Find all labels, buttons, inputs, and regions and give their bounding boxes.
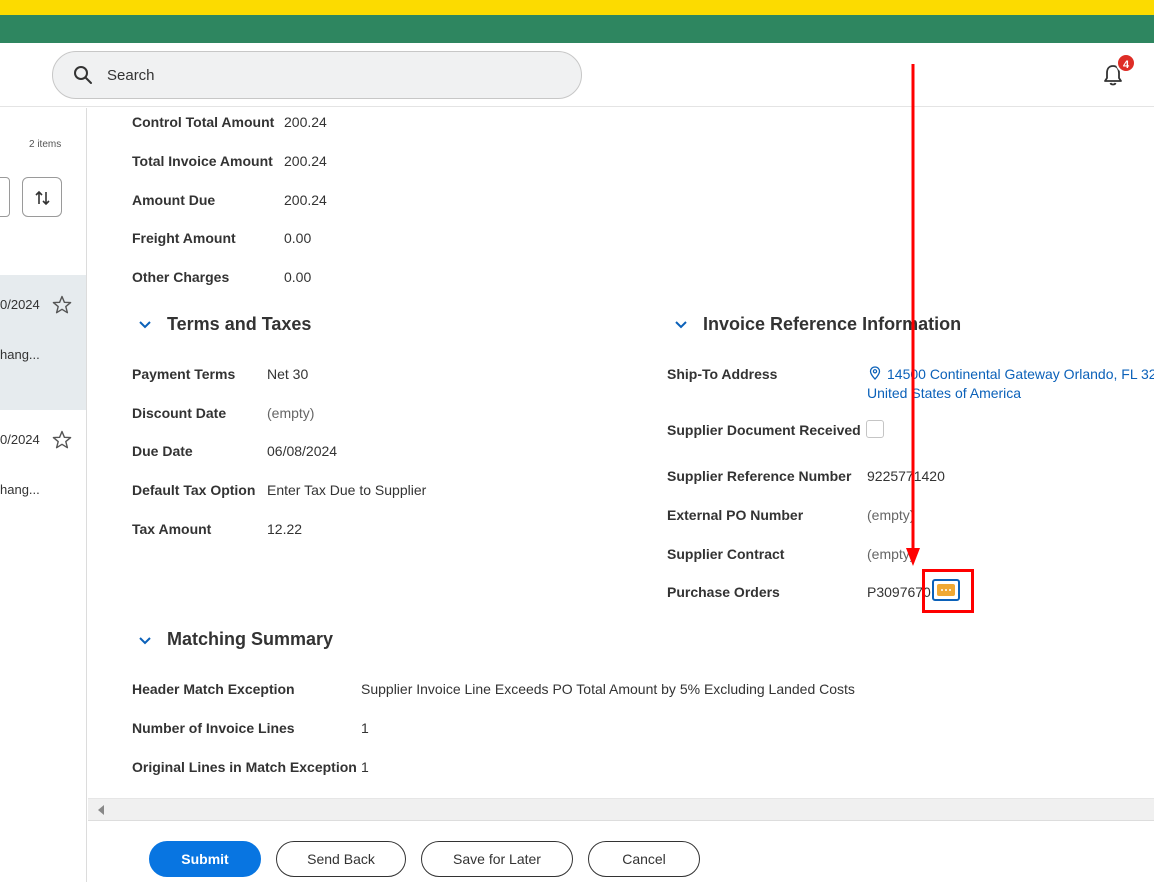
other-charges-label: Other Charges xyxy=(132,269,230,285)
total-invoice-value: 200.24 xyxy=(284,153,327,169)
items-count: 2 items xyxy=(29,139,62,150)
due-date-value: 06/08/2024 xyxy=(267,443,338,459)
supplier-ref-number-value: 9225771420 xyxy=(867,468,945,484)
total-invoice-label: Total Invoice Amount xyxy=(132,153,273,169)
list-item-subtitle: hang... xyxy=(0,347,40,362)
matching-summary-heading: Matching Summary xyxy=(167,629,334,649)
top-brand-stripe xyxy=(0,0,1154,15)
supplier-ref-number-label: Supplier Reference Number xyxy=(667,468,852,484)
search-icon xyxy=(74,66,92,84)
action-footer: Submit Send Back Save for Later Cancel xyxy=(88,820,1154,882)
control-total-value: 200.24 xyxy=(284,114,327,130)
freight-amount-value: 0.00 xyxy=(284,230,312,246)
location-pin-icon xyxy=(869,366,881,380)
amount-due-value: 200.24 xyxy=(284,192,327,208)
supplier-contract-value: (empty) xyxy=(867,546,915,562)
list-item-subtitle: hang... xyxy=(0,482,40,497)
chevron-down-icon[interactable] xyxy=(138,636,152,646)
horizontal-scrollbar[interactable] xyxy=(88,798,1154,820)
tax-amount-label: Tax Amount xyxy=(132,521,212,537)
star-icon[interactable] xyxy=(52,430,72,450)
tax-amount-value: 12.22 xyxy=(267,521,303,537)
supplier-doc-received-label: Supplier Document Received xyxy=(667,422,861,438)
left-panel: 2 items 0/2024 hang... 0/2024 hang... xyxy=(0,108,87,882)
list-item-date: 0/2024 xyxy=(0,297,40,312)
cancel-button[interactable]: Cancel xyxy=(588,841,700,877)
submit-button[interactable]: Submit xyxy=(149,841,261,877)
list-item-date: 0/2024 xyxy=(0,432,40,447)
scroll-left-arrow-icon[interactable] xyxy=(98,805,104,815)
notification-count-badge: 4 xyxy=(1116,53,1136,73)
invoice-lines-count-value: 1 xyxy=(361,720,369,736)
original-lines-exception-label: Original Lines in Match Exception xyxy=(132,759,357,775)
list-item[interactable]: 0/2024 hang... xyxy=(0,410,86,520)
invoice-reference-heading: Invoice Reference Information xyxy=(703,314,962,334)
search-placeholder: Search xyxy=(107,67,155,84)
ship-to-address-link[interactable]: 14500 Continental Gateway Orlando, FL 32… xyxy=(887,366,1154,382)
ship-to-country-link[interactable]: United States of America xyxy=(867,385,1021,401)
supplier-contract-label: Supplier Contract xyxy=(667,546,785,562)
other-charges-value: 0.00 xyxy=(284,269,312,285)
supplier-doc-received-checkbox[interactable] xyxy=(866,420,884,438)
header-match-exception-value: Supplier Invoice Line Exceeds PO Total A… xyxy=(361,681,855,697)
annotation-highlight-box xyxy=(922,569,974,613)
control-total-label: Control Total Amount xyxy=(132,114,275,130)
discount-date-label: Discount Date xyxy=(132,405,227,421)
filter-button[interactable] xyxy=(0,177,10,217)
save-for-later-button[interactable]: Save for Later xyxy=(421,841,573,877)
original-lines-exception-value: 1 xyxy=(361,759,369,775)
external-po-number-label: External PO Number xyxy=(667,507,804,523)
top-brand-bar xyxy=(0,15,1154,43)
chevron-down-icon[interactable] xyxy=(138,320,152,330)
discount-date-value: (empty) xyxy=(267,405,315,421)
external-po-number-value: (empty) xyxy=(867,507,915,523)
amount-due-label: Amount Due xyxy=(132,192,216,208)
list-item[interactable]: 0/2024 hang... xyxy=(0,275,86,410)
chevron-down-icon[interactable] xyxy=(674,320,688,330)
app-header: Search 4 xyxy=(0,43,1154,107)
purchase-orders-label: Purchase Orders xyxy=(667,584,780,600)
header-match-exception-label: Header Match Exception xyxy=(132,681,295,697)
invoice-lines-count-label: Number of Invoice Lines xyxy=(132,720,295,736)
payment-terms-value: Net 30 xyxy=(267,366,309,382)
invoice-details-content: Control Total Amount 200.24 Total Invoic… xyxy=(88,108,1154,798)
due-date-label: Due Date xyxy=(132,443,193,459)
send-back-button[interactable]: Send Back xyxy=(276,841,406,877)
ship-to-address-label: Ship-To Address xyxy=(667,366,778,382)
default-tax-option-label: Default Tax Option xyxy=(132,482,256,498)
star-icon[interactable] xyxy=(52,295,72,315)
default-tax-option-value: Enter Tax Due to Supplier xyxy=(267,482,427,498)
sort-icon xyxy=(35,190,50,206)
payment-terms-label: Payment Terms xyxy=(132,366,236,382)
terms-taxes-heading: Terms and Taxes xyxy=(167,314,312,334)
sort-button[interactable] xyxy=(22,177,62,217)
freight-amount-label: Freight Amount xyxy=(132,230,236,246)
search-bar[interactable]: Search xyxy=(52,51,582,99)
